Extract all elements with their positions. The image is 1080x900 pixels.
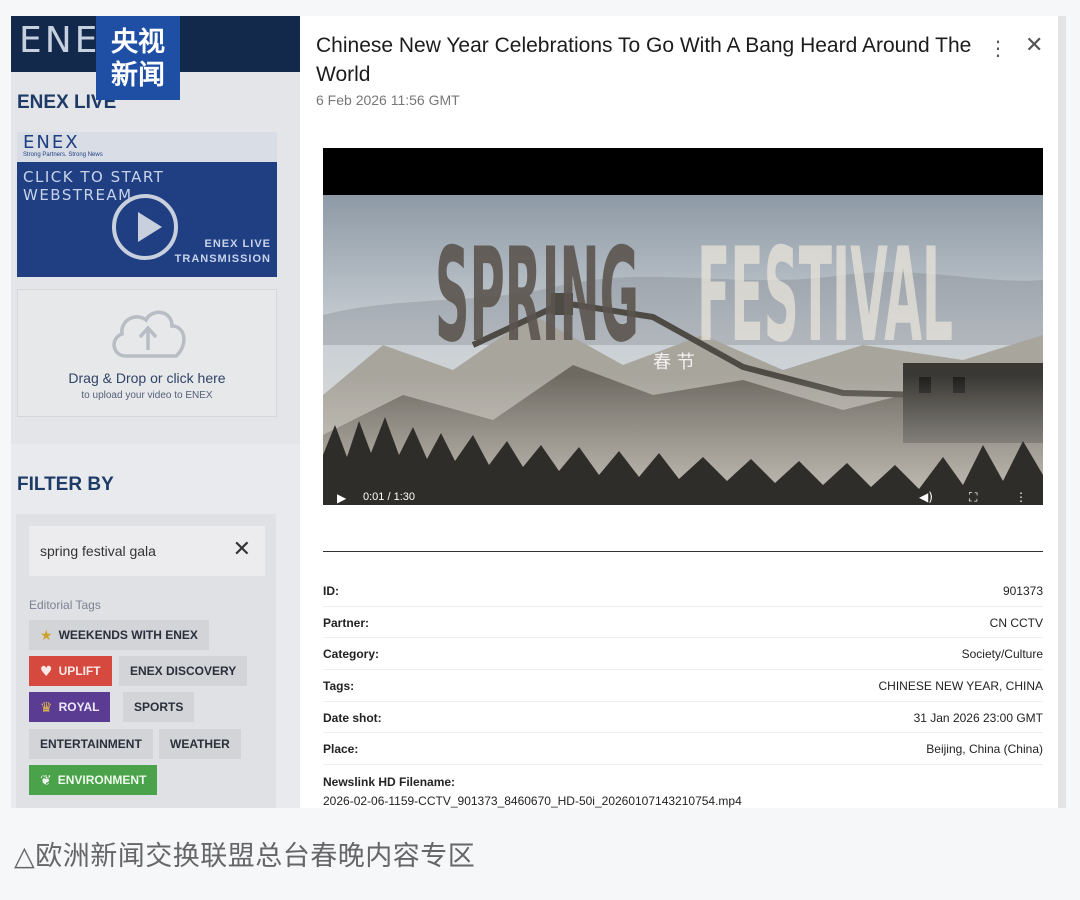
close-icon[interactable]: ✕ [1025, 33, 1043, 58]
tag-label: WEATHER [170, 737, 230, 751]
cloud-upload-icon [112, 310, 186, 358]
webstream-banner[interactable]: ENEX Strong Partners. Strong News CLICK … [17, 132, 277, 277]
metadata-label: Tags: [323, 679, 355, 694]
stream-tagline: Strong Partners. Strong News [23, 152, 103, 158]
metadata-label: Date shot: [323, 710, 382, 725]
play-icon[interactable] [112, 194, 178, 260]
tag-label: SPORTS [134, 700, 184, 714]
play-pause-icon[interactable]: ▶ [337, 491, 346, 505]
metadata-row: Date shot: 31 Jan 2026 23:00 GMT [323, 702, 1043, 734]
tag-uplift[interactable]: ♥ UPLIFT [29, 656, 112, 686]
tag-environment[interactable]: ❦ ENVIRONMENT [29, 765, 158, 795]
crown-icon: ♛ [40, 700, 53, 716]
tag-royal[interactable]: ♛ ROYAL [29, 692, 111, 722]
metadata-table: ID: 901373 Partner: CN CCTV Category: So… [323, 575, 1043, 766]
cctv-badge-line-1: 央视 [111, 27, 165, 58]
video-word-festival: FESTIVAL [697, 220, 953, 371]
upload-sub-text: to upload your video to ENEX [81, 390, 213, 401]
video-word-spring: SPRING [435, 220, 639, 371]
tag-sports[interactable]: SPORTS [123, 692, 195, 722]
clear-filter-icon[interactable]: ✕ [233, 537, 251, 562]
filter-box: spring festival gala ✕ Editorial Tags ★ W… [16, 514, 276, 808]
tag-entertainment[interactable]: ENTERTAINMENT [29, 729, 153, 759]
live-line-2: TRANSMISSION [174, 253, 271, 265]
metadata-value: CHINESE NEW YEAR, CHINA [878, 679, 1043, 694]
story-date: 6 Feb 2026 11:56 GMT [316, 92, 460, 108]
tag-weather[interactable]: WEATHER [159, 729, 241, 759]
scrollbar[interactable] [1058, 16, 1066, 808]
filter-title: FILTER BY [17, 474, 114, 495]
tag-label: ROYAL [58, 700, 100, 714]
upload-main-text: Drag & Drop or click here [68, 370, 226, 386]
metadata-label: Category: [323, 647, 380, 662]
fullscreen-icon[interactable]: ⛶ [969, 490, 977, 505]
image-caption: △欧洲新闻交换联盟总台春晚内容专区 [14, 841, 476, 872]
star-icon: ★ [40, 628, 53, 644]
metadata-row: Place: Beijing, China (China) [323, 733, 1043, 766]
filename-label: Newslink HD Filename: [323, 775, 456, 789]
sidebar-panel: ENEX ENEX LIVE ENEX Strong Partners. Str… [11, 16, 300, 808]
cctv-news-badge: 央视 新闻 [96, 16, 180, 100]
metadata-row: Category: Society/Culture [323, 638, 1043, 671]
live-transmission-label: ENEX LIVE TRANSMISSION [175, 237, 271, 267]
editorial-tags-label: Editorial Tags [29, 598, 101, 612]
heart-icon: ♥ [40, 664, 53, 680]
filter-section: FILTER BY spring festival gala ✕ Editori… [11, 444, 300, 808]
live-line-1: ENEX LIVE [204, 238, 271, 250]
story-title: Chinese New Year Celebrations To Go With… [316, 34, 972, 86]
more-options-icon[interactable]: ⋮ [988, 36, 1008, 60]
metadata-value: Society/Culture [961, 647, 1043, 662]
tag-label: ENVIRONMENT [57, 773, 147, 787]
metadata-value: 901373 [1002, 584, 1043, 598]
metadata-value: 31 Jan 2026 23:00 GMT [913, 710, 1043, 725]
tag-label: ENTERTAINMENT [40, 737, 142, 751]
cctv-badge-line-2: 新闻 [111, 60, 165, 91]
video-player[interactable]: SPRING FESTIVAL 春 节 ▶ 0:01 / 1:30 ◀) ⛶ ⋮ [323, 148, 1043, 505]
story-detail-modal: Chinese New Year Celebrations To Go With… [300, 16, 1066, 808]
search-filter-value: spring festival gala [40, 543, 156, 559]
metadata-label: ID: [323, 584, 339, 598]
metadata-row: Tags: CHINESE NEW YEAR, CHINA [323, 670, 1043, 702]
volume-icon[interactable]: ◀) [919, 490, 933, 504]
leaf-icon: ❦ [40, 773, 52, 789]
tag-enex-discovery[interactable]: ENEX DISCOVERY [119, 656, 248, 686]
video-controls: ▶ 0:01 / 1:30 ◀) ⛶ ⋮ [323, 489, 1043, 505]
metadata-label: Place: [323, 742, 359, 757]
divider [323, 551, 1043, 552]
tag-label: UPLIFT [58, 664, 101, 678]
metadata-row: ID: 901373 [323, 575, 1043, 607]
video-frame: SPRING FESTIVAL 春 节 [323, 195, 1043, 505]
upload-dropzone[interactable]: Drag & Drop or click here to upload your… [17, 289, 277, 417]
search-filter-chip[interactable]: spring festival gala ✕ [29, 526, 265, 576]
video-subtitle: 春 节 [653, 352, 695, 373]
video-more-icon[interactable]: ⋮ [1015, 490, 1027, 504]
stream-logo-bar: ENEX Strong Partners. Strong News [17, 132, 277, 162]
video-time: 0:01 / 1:30 [363, 491, 415, 503]
metadata-value: Beijing, China (China) [926, 742, 1043, 757]
metadata-value: CN CCTV [989, 615, 1043, 630]
stream-mini-logo: ENEX [23, 132, 80, 153]
metadata-label: Partner: [323, 615, 370, 630]
metadata-row: Partner: CN CCTV [323, 607, 1043, 639]
filename-value: 2026-02-06-1159-CCTV_901373_8460670_HD-5… [323, 794, 742, 808]
tag-label: ENEX DISCOVERY [130, 664, 237, 678]
tag-label: WEEKENDS WITH ENEX [58, 628, 198, 642]
tag-weekends-with-enex[interactable]: ★ WEEKENDS WITH ENEX [29, 620, 209, 650]
